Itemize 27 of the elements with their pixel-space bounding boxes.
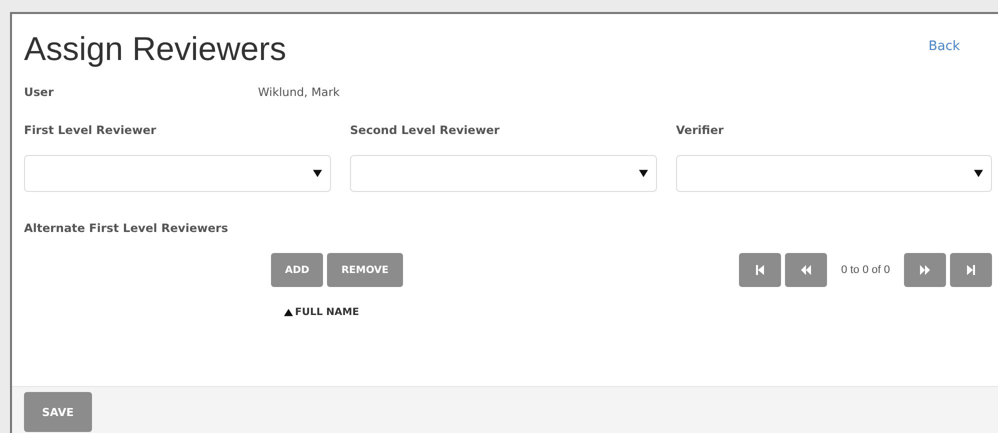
caret-icon xyxy=(639,169,648,178)
back-link[interactable]: Back xyxy=(928,39,960,54)
page-count: 0 to 0 of 0 xyxy=(841,264,890,276)
dropdown-field[interactable] xyxy=(350,155,657,192)
page-title: Assign Reviewers xyxy=(24,30,286,68)
first-page-icon xyxy=(754,264,766,276)
last-page-icon xyxy=(965,264,977,276)
field-label: First Level Reviewer xyxy=(24,123,158,137)
next-page-button[interactable] xyxy=(904,253,946,287)
dropdown-field[interactable] xyxy=(676,155,992,192)
last-page-button[interactable] xyxy=(950,253,992,287)
save-button[interactable]: SAVE xyxy=(24,392,92,432)
section-label: Alternate First Level Reviewers xyxy=(24,221,230,235)
dropdown-field[interactable] xyxy=(24,155,331,192)
user-label: User xyxy=(24,85,55,101)
add-button[interactable]: ADD xyxy=(271,253,324,287)
previous-page-button[interactable] xyxy=(785,253,828,287)
user-value: Wiklund, Mark xyxy=(258,85,341,101)
caret-icon xyxy=(974,169,983,178)
field-label: Verifier xyxy=(676,123,725,137)
rewind-icon xyxy=(800,264,812,276)
column-header[interactable]: FULL NAME xyxy=(295,307,360,318)
caret-icon xyxy=(313,169,322,178)
remove-button[interactable]: REMOVE xyxy=(327,253,403,287)
fast-forward-icon xyxy=(919,264,931,276)
first-page-button[interactable] xyxy=(739,253,782,287)
field-label: Second Level Reviewer xyxy=(350,123,501,137)
